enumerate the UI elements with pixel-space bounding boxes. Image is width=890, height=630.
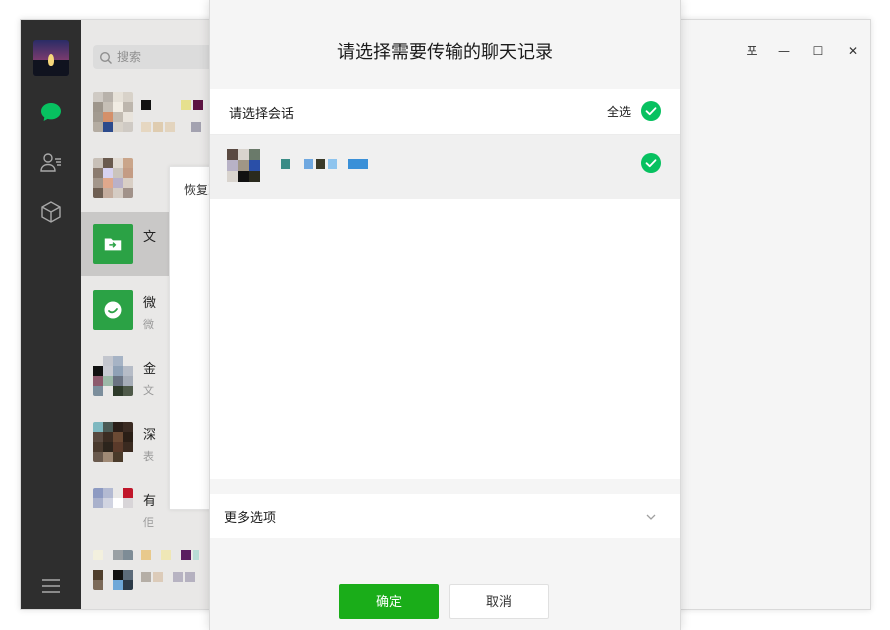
- chat-list-item[interactable]: [81, 80, 211, 144]
- more-options-row[interactable]: 更多选项: [210, 494, 680, 538]
- more-options-label: 更多选项: [224, 511, 277, 526]
- chat-icon[interactable]: [39, 100, 63, 124]
- search-icon: [99, 50, 113, 64]
- dialog-title: 请选择需要传输的聊天记录: [337, 42, 553, 63]
- user-avatar[interactable]: [33, 40, 69, 76]
- session-name: [281, 159, 368, 169]
- session-panel-header: 请选择会话 全选: [210, 89, 680, 135]
- chat-name-fragment: 有: [143, 494, 157, 509]
- chevron-down-icon: [644, 509, 658, 523]
- session-check-icon[interactable]: [641, 153, 661, 173]
- chat-avatar: [93, 92, 133, 132]
- transfer-dialog: 请选择需要传输的聊天记录 请选择会话 全选 更多选项 确定 取消: [209, 0, 681, 630]
- chat-name-fragment: 金: [143, 362, 157, 377]
- chat-subtitle-fragment: 表: [143, 450, 154, 463]
- cancel-button[interactable]: 取消: [449, 584, 549, 619]
- chat-avatar: [93, 550, 133, 590]
- maximize-button[interactable]: ☐: [811, 44, 825, 58]
- chat-avatar: [93, 158, 133, 198]
- chat-list-item[interactable]: [81, 538, 211, 602]
- contacts-icon[interactable]: [39, 150, 63, 174]
- wechat-team-avatar: [93, 290, 133, 330]
- sidebar: [21, 20, 81, 609]
- pin-button[interactable]: 포: [745, 44, 759, 58]
- chat-avatar: [93, 488, 133, 528]
- select-all-check-icon[interactable]: [641, 101, 661, 121]
- chat-subtitle-fragment: 文: [143, 384, 154, 397]
- screen: 搜索 文 微 微 金 文 深 表 有 佢 恢复到手 포 — ☐ ✕ 请选择需要传…: [0, 0, 890, 630]
- chat-name-fragment: 文: [143, 230, 157, 245]
- chat-avatar: [93, 422, 133, 462]
- minimize-button[interactable]: —: [777, 44, 791, 58]
- chat-subtitle-fragment: 微: [143, 318, 154, 331]
- chat-name-fragment: 深: [143, 428, 157, 443]
- chat-name-fragment: 微: [143, 296, 157, 311]
- chat-avatar: [93, 356, 133, 396]
- section-label: 请选择会话: [229, 107, 295, 122]
- session-avatar: [227, 149, 261, 183]
- menu-icon[interactable]: [41, 578, 61, 594]
- file-transfer-avatar: [93, 224, 133, 264]
- search-input[interactable]: 搜索: [117, 49, 141, 65]
- select-all-label[interactable]: 全选: [607, 103, 631, 120]
- session-row[interactable]: [210, 135, 680, 199]
- session-panel: 请选择会话 全选: [210, 89, 680, 479]
- confirm-button[interactable]: 确定: [339, 584, 439, 619]
- cube-icon[interactable]: [39, 200, 63, 224]
- chat-subtitle-fragment: 佢: [143, 516, 154, 529]
- close-button[interactable]: ✕: [846, 44, 860, 58]
